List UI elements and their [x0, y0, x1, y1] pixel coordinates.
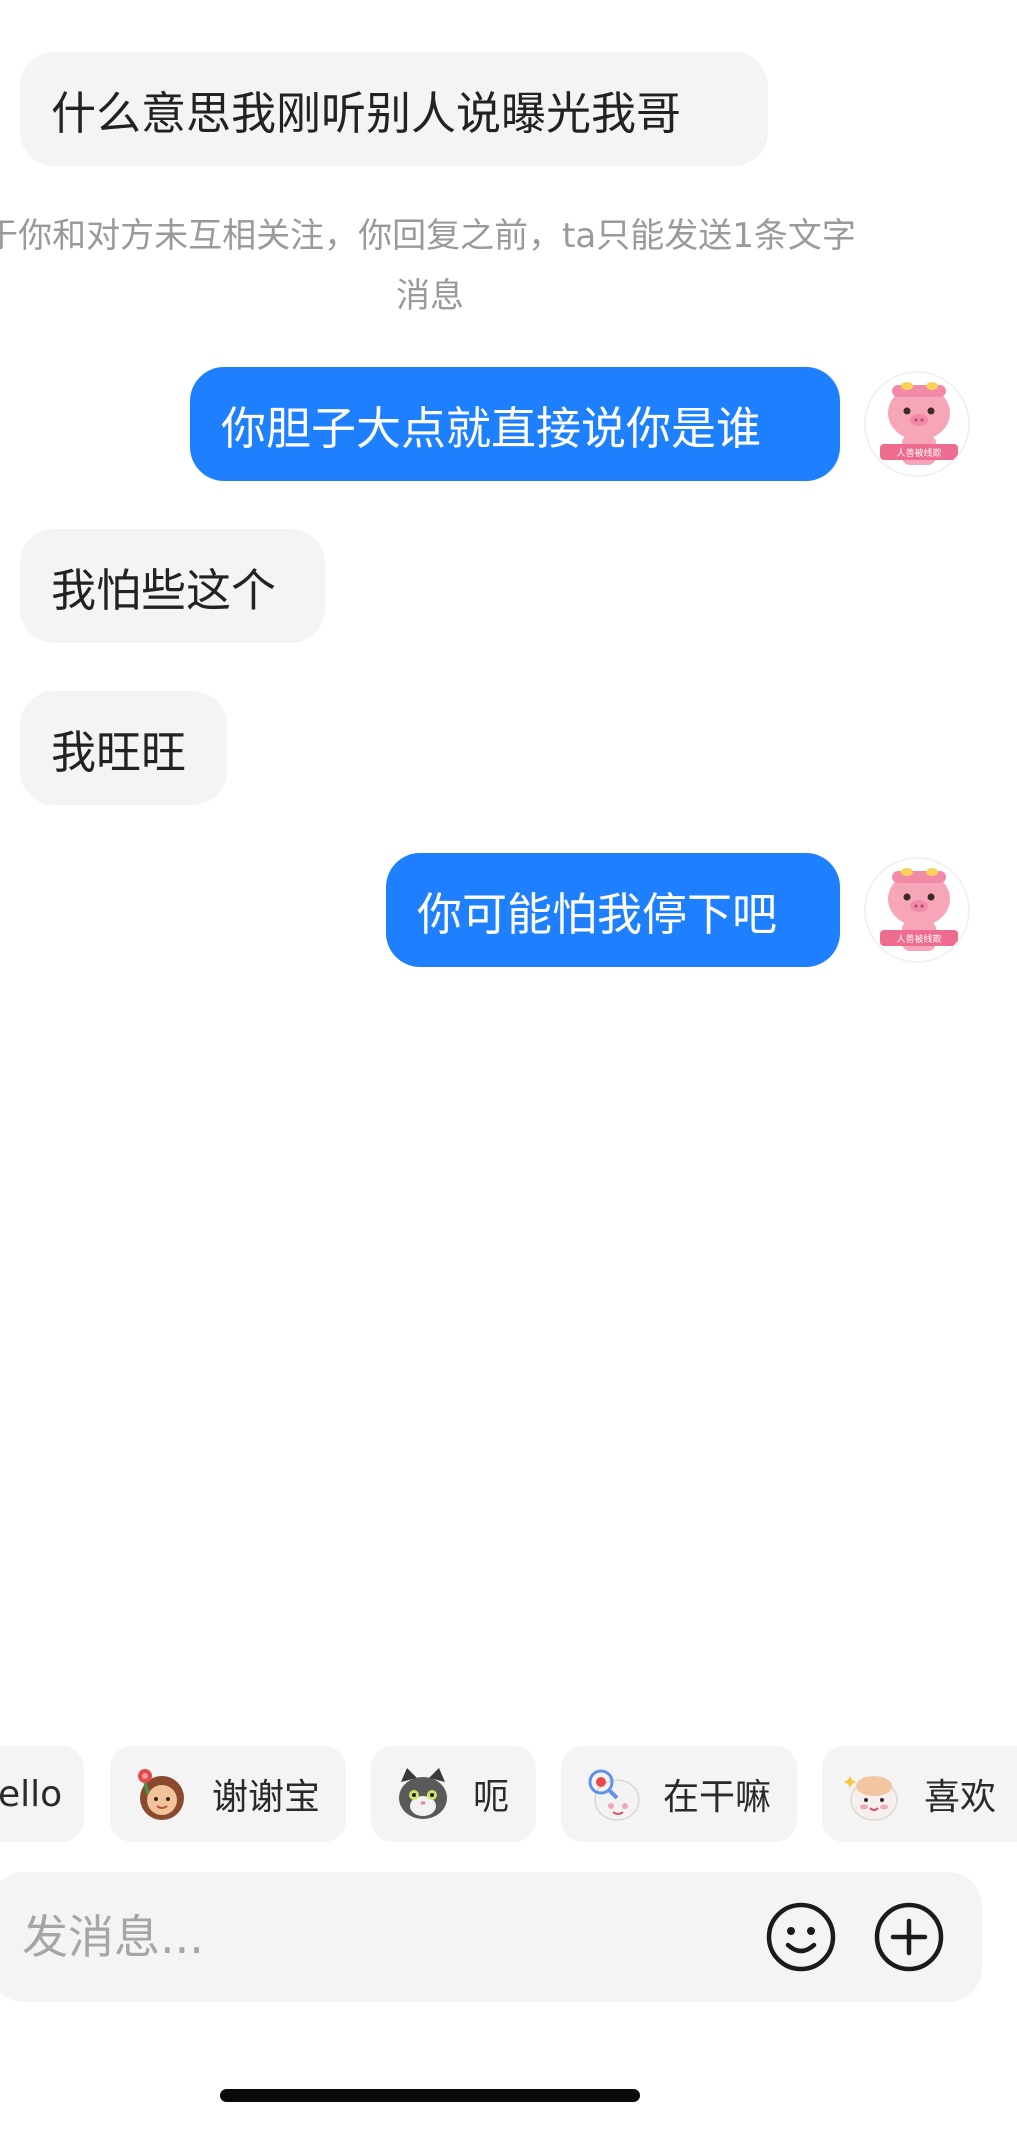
pink-pig-avatar-icon: 人善被线欺 [866, 859, 968, 961]
quick-reply-chip[interactable]: 喜欢 [822, 1746, 1017, 1842]
avatar-tag: 人善被线欺 [896, 447, 941, 459]
girl-with-flower-sticker-icon [138, 1769, 184, 1820]
notice-line: 消息 [396, 276, 464, 316]
quick-reply-bar[interactable]: ello 谢谢宝 呃 在干嘛 喜欢 [0, 1746, 1017, 1842]
message-bubble-incoming[interactable]: 什么意思我刚听别人说曝光我哥 [20, 52, 768, 166]
pink-pig-avatar-icon: 人善被线欺 [866, 373, 968, 475]
magnifier-bear-sticker-icon [588, 1769, 640, 1821]
avatar[interactable]: 人善被线欺 [864, 371, 970, 477]
emoji-icon[interactable] [765, 1901, 837, 1973]
message-bubble-incoming[interactable]: 我旺旺 [20, 691, 227, 805]
notice-line: 于你和对方未互相关注，你回复之前，ta只能发送1条文字 [0, 216, 856, 256]
plus-icon[interactable] [873, 1901, 945, 1973]
message-bubble-outgoing[interactable]: 你胆子大点就直接说你是谁 [190, 367, 840, 481]
system-notice: 于你和对方未互相关注，你回复之前，ta只能发送1条文字 消息 [0, 206, 860, 326]
message-bubble-incoming[interactable]: 我怕些这个 [20, 529, 325, 643]
message-bubble-outgoing[interactable]: 你可能怕我停下吧 [386, 853, 840, 967]
message-text: 你胆子大点就直接说你是谁 [221, 401, 762, 455]
message-text: 我怕些这个 [51, 563, 277, 617]
quick-reply-chip[interactable]: 谢谢宝 [110, 1746, 346, 1842]
quick-reply-label: ello [0, 1773, 63, 1815]
quick-reply-chip[interactable]: ello [0, 1746, 84, 1842]
home-indicator[interactable] [220, 2089, 640, 2102]
quick-reply-label: 谢谢宝 [212, 1777, 321, 1818]
sparkle-bear-sticker-icon [844, 1776, 898, 1821]
quick-reply-chip[interactable]: 呃 [371, 1746, 536, 1842]
message-text: 我旺旺 [51, 725, 187, 779]
quick-reply-label: 喜欢 [924, 1777, 997, 1818]
message-text: 你可能怕我停下吧 [417, 887, 778, 941]
message-input-bar[interactable]: 发消息... [0, 1872, 982, 2002]
gray-cat-sticker-icon [399, 1768, 447, 1819]
avatar[interactable]: 人善被线欺 [864, 857, 970, 963]
quick-reply-label: 在干嘛 [663, 1777, 772, 1818]
message-text: 什么意思我刚听别人说曝光我哥 [51, 86, 682, 140]
message-input[interactable]: 发消息... [22, 1872, 204, 2002]
avatar-tag: 人善被线欺 [896, 933, 941, 945]
quick-reply-chip[interactable]: 在干嘛 [561, 1746, 797, 1842]
quick-reply-label: 呃 [473, 1777, 510, 1818]
